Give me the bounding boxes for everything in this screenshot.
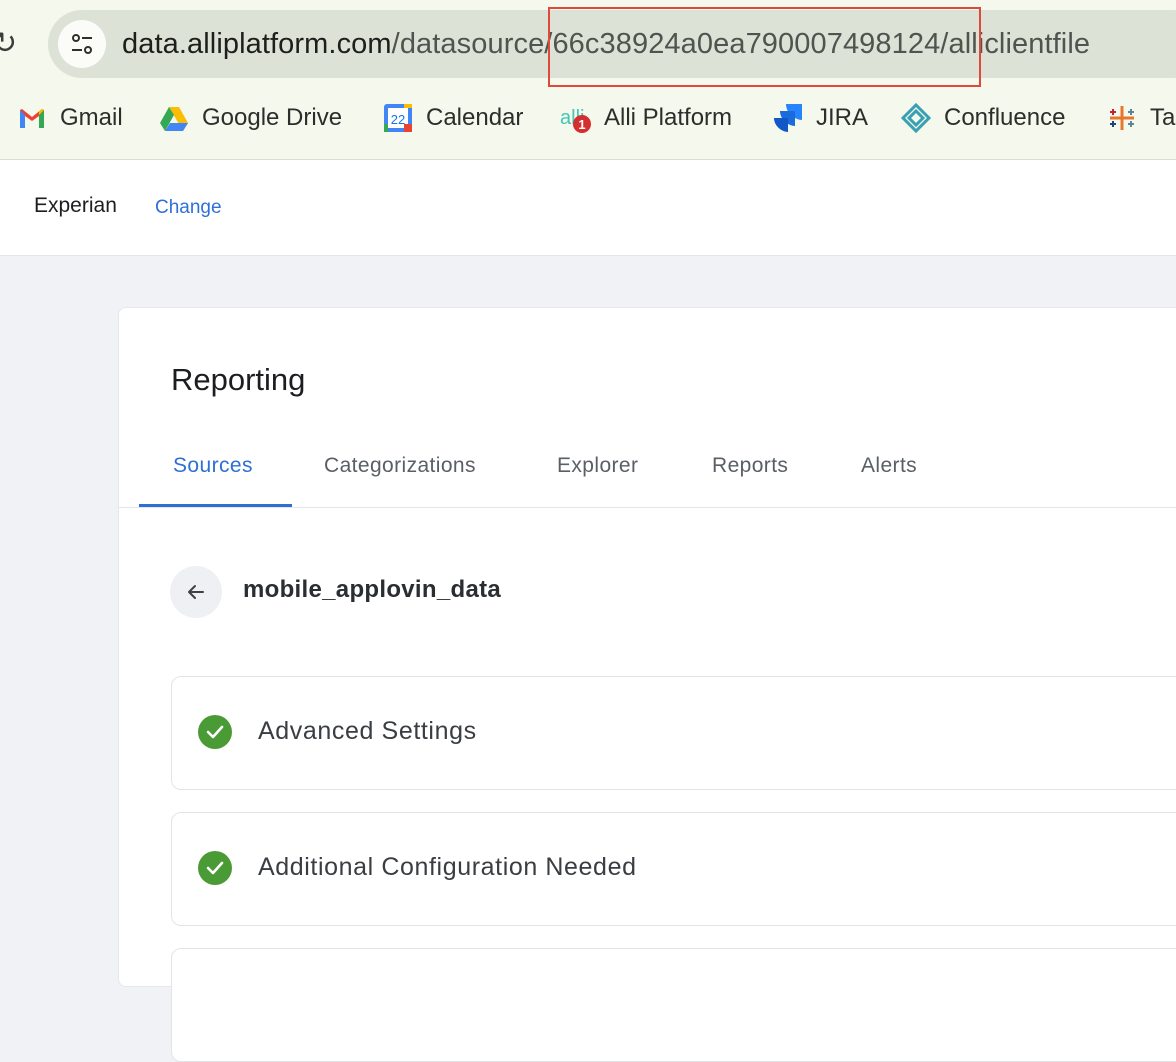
confluence-icon [900, 102, 932, 134]
tab-reports[interactable]: Reports [712, 454, 788, 478]
active-tab-indicator [139, 504, 292, 507]
bookmark-label: JIRA [816, 104, 869, 131]
bookmark-label: Alli Platform [604, 104, 733, 131]
bookmark-label: Confluence [944, 104, 1066, 131]
bookmark-confluence[interactable]: Confluence [900, 96, 1065, 140]
page-title: Reporting [171, 362, 306, 397]
bookmark-jira[interactable]: JIRA [772, 96, 868, 140]
bookmark-tableau[interactable]: Ta [1106, 96, 1175, 140]
client-name: Experian [34, 194, 117, 217]
tune-icon [72, 34, 92, 54]
section-label: Additional Configuration Needed [258, 853, 637, 881]
additional-configuration-panel[interactable]: Additional Configuration Needed [171, 812, 1176, 926]
tab-categorizations[interactable]: Categorizations [324, 454, 476, 478]
jira-icon [772, 102, 804, 134]
advanced-settings-panel[interactable]: Advanced Settings [171, 676, 1176, 790]
bookmarks-bar: Gmail Google Drive 22 Calendar alli 1 Al… [0, 96, 1176, 140]
next-section-panel[interactable] [171, 948, 1176, 1062]
bookmark-label: Ta [1150, 104, 1176, 131]
alli-icon: alli 1 [560, 102, 592, 134]
url-host: data.alliplatform.com [122, 28, 392, 60]
calendar-icon: 22 [382, 102, 414, 134]
change-client-link[interactable]: Change [155, 197, 222, 219]
reload-icon[interactable]: ↻ [0, 28, 17, 60]
url-highlight-box [548, 7, 981, 87]
browser-chrome: ↻ data.alliplatform.com/datasource/66c38… [0, 0, 1176, 160]
bookmark-gmail[interactable]: Gmail [16, 96, 123, 140]
source-name: mobile_applovin_data [243, 576, 502, 603]
app-header: Experian Change [0, 160, 1176, 256]
bookmark-label: Gmail [60, 104, 123, 131]
tab-explorer[interactable]: Explorer [557, 454, 638, 478]
bookmark-label: Calendar [426, 104, 524, 131]
site-settings-button[interactable] [58, 20, 106, 68]
tab-alerts[interactable]: Alerts [861, 454, 917, 478]
bookmark-alli-platform[interactable]: alli 1 Alli Platform [560, 96, 732, 140]
arrow-left-icon [188, 585, 204, 599]
tableau-icon [1106, 102, 1138, 134]
bookmark-calendar[interactable]: 22 Calendar [382, 96, 523, 140]
bookmark-google-drive[interactable]: Google Drive [158, 96, 342, 140]
bookmark-label: Google Drive [202, 104, 343, 131]
reporting-card: Reporting Sources Categorizations Explor… [118, 307, 1176, 1062]
svg-text:22: 22 [391, 112, 405, 127]
check-circle-icon [198, 715, 232, 749]
reporting-tabs: Sources Categorizations Explorer Reports… [119, 436, 1176, 508]
back-button[interactable] [170, 566, 222, 618]
gmail-icon [16, 102, 48, 134]
tab-sources[interactable]: Sources [173, 454, 253, 478]
google-drive-icon [158, 102, 190, 134]
check-circle-icon [198, 851, 232, 885]
section-label: Advanced Settings [258, 717, 477, 745]
svg-text:1: 1 [578, 117, 585, 132]
